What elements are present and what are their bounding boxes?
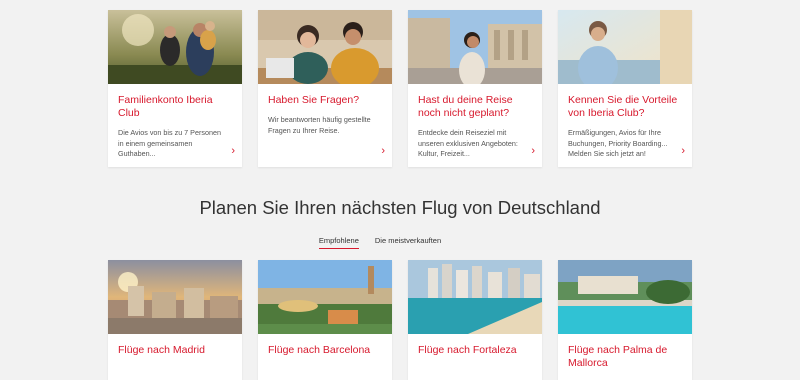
card-description: Die Avios von bis zu 7 Personen in einem… — [118, 128, 221, 158]
card-description: Entdecke dein Reiseziel mit unseren exkl… — [418, 128, 518, 158]
promo-card-iberia-club[interactable]: Kennen Sie die Vorteile von Iberia Club?… — [558, 10, 692, 167]
destination-card-fortaleza[interactable]: Flüge nach Fortaleza — [408, 260, 542, 380]
chevron-right-icon[interactable]: › — [681, 146, 685, 157]
card-title: Familienkonto Iberia Club — [118, 94, 213, 119]
rome-square-photo — [408, 10, 542, 84]
section-heading: Planen Sie Ihren nächsten Flug von Deuts… — [199, 197, 601, 218]
madrid-photo — [108, 260, 242, 334]
promo-card-plan-trip[interactable]: Hast du deine Reise noch nicht geplant? … — [408, 10, 542, 167]
chevron-right-icon[interactable]: › — [381, 146, 385, 157]
fortaleza-photo — [408, 260, 542, 334]
card-description: Ermäßigungen, Avios für Ihre Buchungen, … — [568, 128, 668, 158]
chevron-right-icon[interactable]: › — [231, 146, 235, 157]
card-description: Wir beantworten häufig gestellte Fragen … — [268, 115, 371, 135]
man-at-sea-photo — [558, 10, 692, 84]
chevron-right-icon[interactable]: › — [531, 146, 535, 157]
palma-photo — [558, 260, 692, 334]
couple-laptop-photo — [258, 10, 392, 84]
destination-cards-row: Flüge nach Madrid Flüge nach Barcelona F… — [108, 260, 692, 380]
flight-tabs: Empfohlene Die meistverkauften — [0, 236, 800, 249]
card-title: Haben Sie Fragen? — [268, 94, 360, 106]
promo-cards-row: Familienkonto Iberia Club Die Avios von … — [108, 10, 692, 167]
card-title: Flüge nach Palma de Mallorca — [568, 344, 668, 369]
family-photo — [108, 10, 242, 84]
destination-card-barcelona[interactable]: Flüge nach Barcelona — [258, 260, 392, 380]
card-title: Hast du deine Reise noch nicht geplant? — [418, 94, 513, 119]
tab-recommended[interactable]: Empfohlene — [318, 236, 359, 249]
barcelona-photo — [258, 260, 392, 334]
card-title: Kennen Sie die Vorteile von Iberia Club? — [568, 94, 678, 119]
promo-card-faq[interactable]: Haben Sie Fragen? Wir beantworten häufig… — [258, 10, 392, 167]
tab-bestsellers[interactable]: Die meistverkauften — [375, 236, 441, 249]
card-title: Flüge nach Fortaleza — [418, 344, 517, 356]
promo-card-family-account[interactable]: Familienkonto Iberia Club Die Avios von … — [108, 10, 242, 167]
card-title: Flüge nach Madrid — [118, 344, 205, 356]
destination-card-madrid[interactable]: Flüge nach Madrid — [108, 260, 242, 380]
card-title: Flüge nach Barcelona — [268, 344, 371, 356]
destination-card-palma[interactable]: Flüge nach Palma de Mallorca — [558, 260, 692, 380]
